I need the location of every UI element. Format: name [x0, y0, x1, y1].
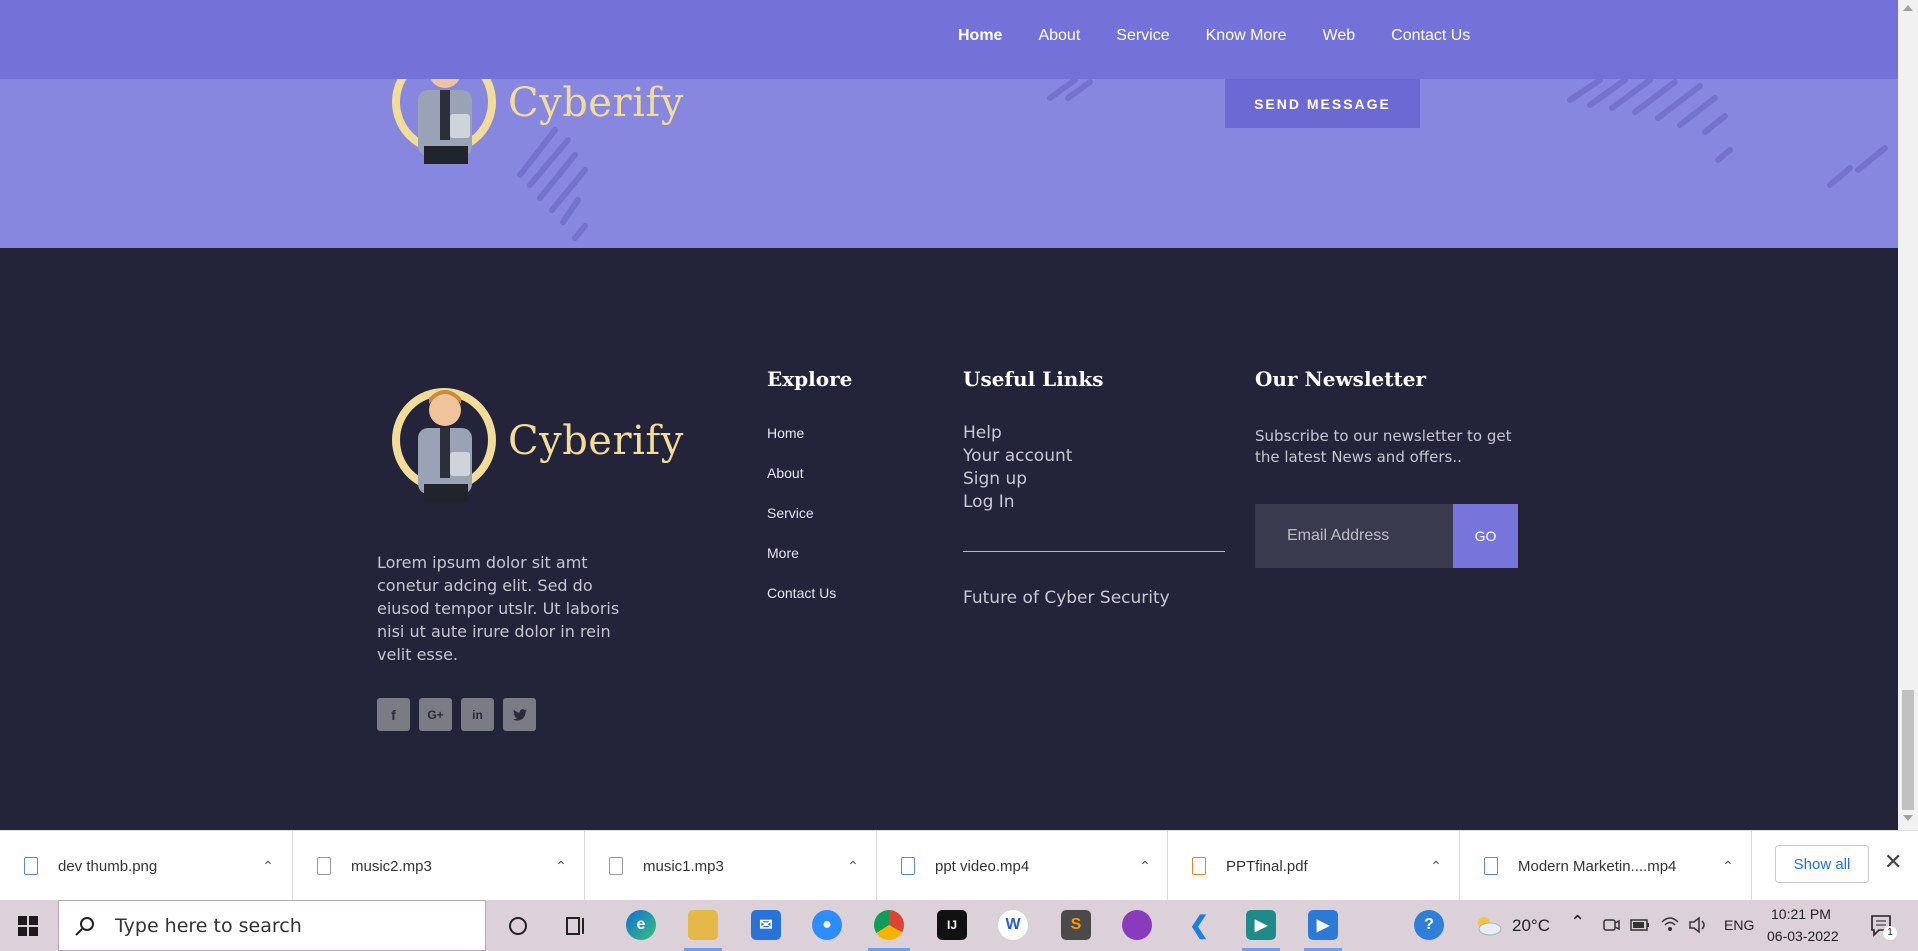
chevron-up-icon[interactable]: ⌃ — [1718, 858, 1738, 875]
useful-links-title: Useful Links — [963, 367, 1104, 391]
nav-home[interactable]: Home — [958, 27, 1002, 45]
sublime-text-icon[interactable]: S — [1061, 910, 1091, 940]
download-file-name: ppt video.mp4 — [935, 857, 1030, 875]
video-file-icon — [1484, 857, 1498, 875]
clock-time[interactable]: 10:21 PM — [1771, 906, 1831, 922]
windows-start-icon[interactable] — [18, 916, 38, 936]
chrome-icon[interactable] — [874, 910, 904, 940]
video-file-icon — [901, 857, 915, 875]
chevron-up-icon[interactable]: ⌃ — [1426, 858, 1446, 875]
meet-now-icon[interactable] — [1602, 916, 1620, 934]
nav-contact-us[interactable]: Contact Us — [1391, 27, 1470, 45]
intellij-icon[interactable]: IJ — [937, 910, 967, 940]
page-scrollbar[interactable] — [1898, 0, 1918, 830]
download-item[interactable]: music2.mp3 ⌃ — [293, 831, 585, 901]
scroll-down-arrow-icon[interactable] — [1903, 815, 1913, 821]
edge-browser-icon[interactable]: e — [626, 910, 656, 940]
language-indicator[interactable]: ENG — [1724, 917, 1754, 933]
vscode-icon[interactable]: ❮ — [1184, 910, 1214, 940]
chevron-up-icon[interactable]: ⌃ — [551, 858, 571, 875]
windows-taskbar: Type here to search e ✉ ● IJ W S ❮ ▶ ▶ ?… — [0, 900, 1918, 951]
linkedin-icon[interactable]: in — [461, 698, 494, 731]
audio-file-icon — [609, 857, 623, 875]
battery-icon[interactable] — [1630, 917, 1650, 933]
file-explorer-icon[interactable] — [688, 910, 718, 940]
footer-logo[interactable]: Cyberify — [390, 380, 684, 502]
newsletter-email-input[interactable] — [1255, 504, 1454, 568]
useful-links-list: Help Your account Sign up Log In — [963, 422, 1072, 514]
word-app-icon[interactable]: W — [998, 910, 1028, 940]
volume-icon[interactable] — [1688, 915, 1710, 935]
useful-link-help[interactable]: Help — [963, 422, 1072, 445]
future-of-cyber-security-link[interactable]: Future of Cyber Security — [963, 587, 1170, 610]
google-plus-icon[interactable]: G+ — [419, 698, 452, 731]
footer — [0, 248, 1898, 830]
explore-link-service[interactable]: Service — [767, 505, 814, 521]
twitter-icon[interactable] — [503, 698, 536, 731]
chevron-up-icon[interactable]: ⌃ — [1135, 858, 1155, 875]
audio-file-icon — [317, 857, 331, 875]
useful-link-log-in[interactable]: Log In — [963, 491, 1072, 514]
footer-about-text: Lorem ipsum dolor sit amt conetur adcing… — [377, 553, 620, 664]
chevron-up-icon[interactable]: ⌃ — [843, 858, 863, 875]
businessman-logo-icon — [392, 388, 496, 502]
weather-temperature: 20°C — [1512, 916, 1550, 935]
search-icon — [75, 916, 94, 936]
close-icon[interactable]: ✕ — [1884, 849, 1902, 875]
brand-name: Cyberify — [508, 80, 684, 126]
scroll-thumb[interactable] — [1902, 690, 1914, 810]
taskbar-search-box[interactable]: Type here to search — [58, 900, 486, 951]
show-all-downloads-button[interactable]: Show all — [1775, 845, 1869, 883]
nav-service[interactable]: Service — [1116, 27, 1169, 45]
media-player-icon[interactable]: ▶ — [1308, 910, 1338, 940]
download-file-name: dev thumb.png — [58, 857, 158, 875]
notification-count-badge: 1 — [1883, 926, 1897, 940]
scroll-up-arrow-icon[interactable] — [1903, 5, 1913, 11]
show-hidden-icons-chevron-icon[interactable]: ⌃ — [1570, 912, 1585, 933]
github-desktop-icon[interactable] — [1122, 910, 1152, 940]
download-item[interactable]: ppt video.mp4 ⌃ — [877, 831, 1168, 901]
downloads-bar: dev thumb.png ⌃ music2.mp3 ⌃ music1.mp3 … — [0, 830, 1918, 901]
download-item[interactable]: music1.mp3 ⌃ — [585, 831, 877, 901]
download-file-name: Modern Marketin....mp4 — [1518, 857, 1677, 875]
download-file-name: PPTfinal.pdf — [1226, 857, 1308, 875]
image-file-icon — [24, 857, 38, 875]
camtasia-icon[interactable]: ▶ — [1246, 910, 1276, 940]
useful-link-sign-up[interactable]: Sign up — [963, 468, 1072, 491]
facebook-icon[interactable]: f — [377, 698, 410, 731]
download-file-name: music2.mp3 — [351, 857, 432, 875]
footer-brand-name: Cyberify — [508, 418, 684, 464]
nav-about[interactable]: About — [1038, 27, 1080, 45]
zoom-icon[interactable]: ● — [812, 910, 842, 940]
mail-icon[interactable]: ✉ — [751, 910, 781, 940]
useful-link-your-account[interactable]: Your account — [963, 445, 1072, 468]
clock-date[interactable]: 06-03-2022 — [1767, 928, 1839, 944]
download-item[interactable]: PPTfinal.pdf ⌃ — [1168, 831, 1460, 901]
download-item[interactable]: dev thumb.png ⌃ — [0, 831, 293, 901]
download-item[interactable]: Modern Marketin....mp4 ⌃ — [1460, 831, 1752, 901]
nav-web[interactable]: Web — [1323, 27, 1356, 45]
newsletter-go-button[interactable]: GO — [1453, 504, 1518, 568]
useful-links-divider — [963, 551, 1225, 552]
help-icon[interactable]: ? — [1414, 910, 1444, 940]
explore-link-more[interactable]: More — [767, 545, 799, 561]
newsletter-text: Subscribe to our newsletter to get the l… — [1255, 427, 1512, 466]
explore-link-contact-us[interactable]: Contact Us — [767, 585, 836, 601]
explore-link-about[interactable]: About — [767, 465, 804, 481]
explore-link-home[interactable]: Home — [767, 425, 804, 441]
cortana-icon[interactable] — [507, 915, 529, 937]
send-message-button[interactable]: SEND MESSAGE — [1225, 79, 1420, 128]
navbar: Home About Service Know More Web Contact… — [0, 0, 1898, 79]
task-view-icon[interactable] — [565, 915, 587, 937]
wifi-icon[interactable] — [1660, 914, 1680, 934]
explore-title: Explore — [767, 367, 853, 391]
pdf-file-icon — [1192, 857, 1206, 875]
main-nav: Home About Service Know More Web Contact… — [958, 0, 1506, 72]
nav-know-more[interactable]: Know More — [1206, 27, 1287, 45]
weather-cloud-icon[interactable] — [1474, 914, 1502, 936]
newsletter-title: Our Newsletter — [1255, 367, 1427, 391]
taskbar-search-placeholder: Type here to search — [115, 914, 302, 937]
download-file-name: music1.mp3 — [643, 857, 724, 875]
chevron-up-icon[interactable]: ⌃ — [258, 858, 278, 875]
